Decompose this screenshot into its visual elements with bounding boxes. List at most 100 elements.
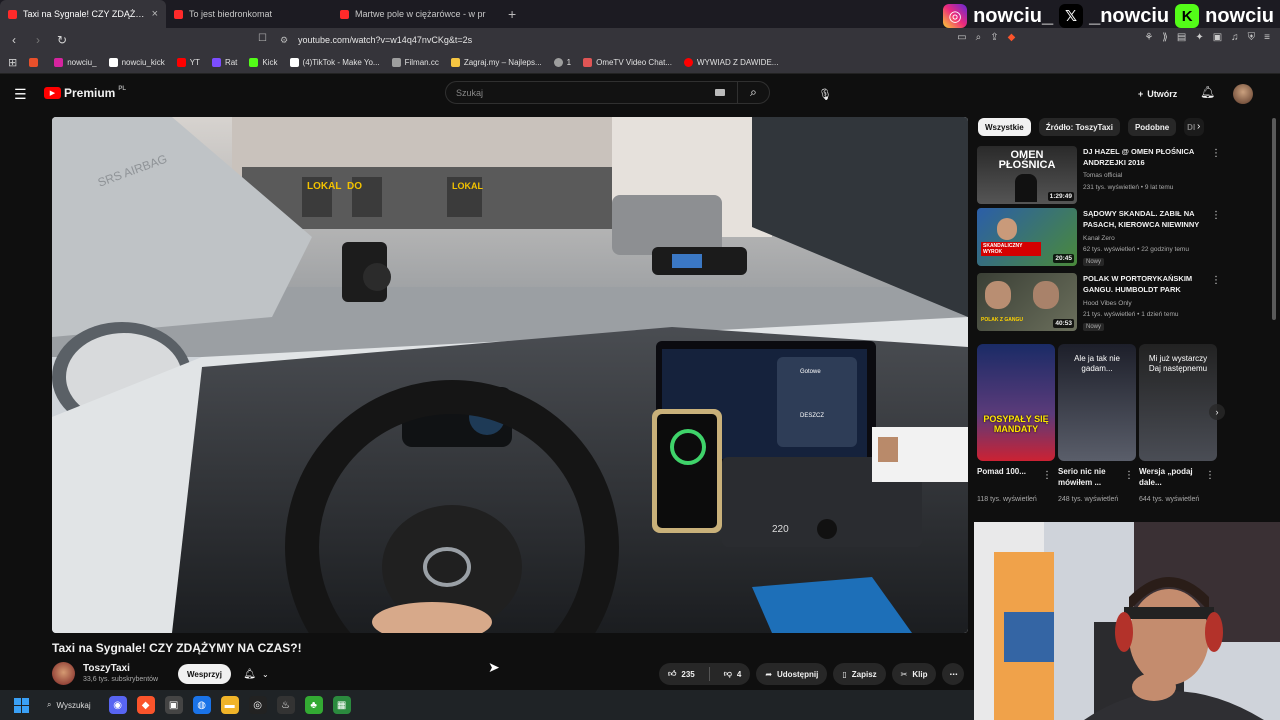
obs-icon[interactable]: ◎ xyxy=(248,696,267,714)
address-bar[interactable]: ⚙ youtube.com/watch?v=w14q47nvCKg&t=2s xyxy=(280,32,1000,48)
browser-tab[interactable]: To jest biedronkomat xyxy=(166,0,332,28)
chip-partial[interactable]: Dl xyxy=(1184,118,1205,136)
channel-avatar[interactable] xyxy=(52,662,75,685)
bookmark-item[interactable]: Filman.cc xyxy=(391,58,439,67)
recommendation-channel[interactable]: Hood Vibes Only xyxy=(1083,300,1132,307)
brave-browser-icon[interactable]: ◆ xyxy=(136,696,155,714)
windows-start-icon[interactable] xyxy=(14,697,29,713)
video-thumbnail[interactable]: SKANDALICZNY WYROK 20:45 xyxy=(977,208,1077,266)
search-input[interactable]: Szukaj xyxy=(456,88,483,98)
bookmark-item[interactable]: Zagraj.my – Najleps... xyxy=(450,58,542,67)
recommendation-channel[interactable]: Tomas official xyxy=(1083,172,1122,179)
short-thumbnail[interactable]: Mi już wystarczy Daj następnemu xyxy=(1139,344,1217,461)
brave-shield-icon[interactable]: ◆ xyxy=(1008,32,1016,43)
chevron-right-icon[interactable]: › xyxy=(1197,121,1200,132)
bookmark-item[interactable]: Kick xyxy=(249,58,278,67)
bookmark-icon[interactable]: ☐ xyxy=(258,33,267,44)
chip-from-channel[interactable]: Źródło: ToszyTaxi xyxy=(1038,118,1120,136)
video-thumbnail[interactable]: OMEN PŁOŚNICA 1:29:49 xyxy=(977,146,1077,204)
short-caption[interactable]: Pomad 100... xyxy=(977,466,1047,477)
tab-close-icon[interactable]: × xyxy=(152,8,158,20)
new-tab-button[interactable]: + xyxy=(498,6,526,22)
channel-name[interactable]: ToszyTaxi xyxy=(83,663,130,674)
recommendation-item[interactable]: OMEN PŁOŚNICA 1:29:49 DJ HAZEL @ OMEN PŁ… xyxy=(977,146,1221,204)
bookmark-item[interactable] xyxy=(29,58,42,67)
chip-all[interactable]: Wszystkie xyxy=(978,118,1031,136)
like-button[interactable]: 👍︎ 235 xyxy=(659,669,704,679)
video-thumbnail[interactable]: POLAK Z GANGU 40:53 xyxy=(977,273,1077,331)
new-badge: Nowy xyxy=(1083,258,1105,266)
menu-icon[interactable]: ≡ xyxy=(1264,32,1270,43)
youtube-icon xyxy=(176,58,186,67)
save-button[interactable]: ▯ Zapisz xyxy=(833,663,886,685)
translate-icon[interactable]: ⟫ xyxy=(1162,32,1168,43)
shorts-next-icon[interactable]: › xyxy=(1209,404,1225,420)
more-vertical-icon[interactable]: ⋮ xyxy=(1211,148,1221,159)
window-icon[interactable]: ▣ xyxy=(1213,32,1222,43)
discord-icon[interactable]: ◉ xyxy=(108,696,127,714)
more-vertical-icon[interactable]: ⋮ xyxy=(1205,470,1215,481)
bookmark-item[interactable]: 1 xyxy=(553,58,571,67)
reload-icon[interactable]: ↻ xyxy=(52,33,72,47)
recommendation-item[interactable]: SKANDALICZNY WYROK 20:45 SĄDOWY SKANDAL.… xyxy=(977,208,1221,266)
vpn-icon[interactable]: ⛨ xyxy=(1248,32,1256,43)
short-caption[interactable]: Wersja „podaj dale... xyxy=(1139,466,1209,488)
create-button[interactable]: + Utwórz xyxy=(1130,84,1185,104)
support-button[interactable]: Wesprzyj xyxy=(178,664,231,684)
chip-similar[interactable]: Podobne xyxy=(1127,118,1177,136)
bookmark-item[interactable]: OmeTV Video Chat... xyxy=(583,58,672,67)
bookmark-item[interactable]: WYWIAD Z DAWIDE... xyxy=(683,58,778,67)
app-icon[interactable]: ▦ xyxy=(332,696,351,714)
dislike-button[interactable]: 👎︎ 4 xyxy=(715,669,751,679)
puzzle-icon[interactable]: ✦ xyxy=(1195,32,1203,43)
zoom-icon[interactable]: ⌕ xyxy=(976,32,982,43)
video-player[interactable]: LOKAL DO LOKAL SRS AIRBAG Gotowe DESZCZ … xyxy=(52,117,968,633)
browser-tab[interactable]: Martwe pole w ciężarówce - w pr xyxy=(332,0,498,28)
share-button[interactable]: ➦ Udostępnij xyxy=(756,663,828,685)
keyboard-icon[interactable] xyxy=(715,89,725,96)
taskbar-search[interactable]: ⌕ Wyszukaj xyxy=(39,695,99,715)
apps-grid-icon[interactable]: ⊞ xyxy=(8,56,17,69)
site-info-icon[interactable]: ⚙ xyxy=(280,35,290,46)
youtube-logo[interactable]: ▶ Premium PL xyxy=(44,86,126,100)
microphone-icon[interactable]: 🎙︎ xyxy=(815,84,835,104)
hamburger-menu-icon[interactable]: ☰ xyxy=(14,86,27,103)
forward-arrow-icon[interactable]: › xyxy=(28,33,48,47)
sidebar-icon[interactable]: ▤ xyxy=(1177,32,1186,43)
share-icon[interactable]: ⇪ xyxy=(990,32,998,43)
chrome-icon[interactable]: ◍ xyxy=(192,696,211,714)
steam-icon[interactable]: ♨ xyxy=(276,696,295,714)
more-vertical-icon[interactable]: ⋮ xyxy=(1042,470,1052,481)
more-vertical-icon[interactable]: ⋮ xyxy=(1124,470,1134,481)
account-avatar[interactable] xyxy=(1233,84,1253,104)
app-icon[interactable]: ♣ xyxy=(304,696,323,714)
short-caption[interactable]: Serio nic nie mówiłem ... xyxy=(1058,466,1128,488)
browser-tab-active[interactable]: Taxi na Sygnale! CZY ZDĄŻYM × xyxy=(0,0,166,28)
back-arrow-icon[interactable]: ‹ xyxy=(4,33,24,47)
notifications-bell-icon[interactable]: 🔔︎ xyxy=(1200,85,1215,99)
bookmark-item[interactable]: YT xyxy=(176,58,200,67)
extensions-icon[interactable]: ⚘ xyxy=(1144,32,1153,43)
create-label: Utwórz xyxy=(1147,89,1178,99)
search-box[interactable]: Szukaj ⌕ xyxy=(445,81,770,104)
app-icon[interactable]: ▣ xyxy=(164,696,183,714)
more-vertical-icon[interactable]: ⋮ xyxy=(1211,275,1221,286)
bookmark-item[interactable]: nowciu_ xyxy=(54,58,97,67)
subscription-bell-button[interactable]: 🔔︎ ⌄ xyxy=(236,664,276,684)
thumbs-up-icon: 👍︎ xyxy=(668,669,677,678)
search-icon[interactable]: ⌕ xyxy=(737,82,769,103)
short-thumbnail[interactable]: POSYPAŁY SIĘ MANDATY xyxy=(977,344,1055,461)
bookmark-item[interactable]: nowciu_kick xyxy=(108,58,165,67)
bookmark-item[interactable]: Rat xyxy=(211,58,237,67)
short-thumbnail[interactable]: Ale ja tak nie gadam... xyxy=(1058,344,1136,461)
recommendation-channel[interactable]: Kanał Zero xyxy=(1083,235,1115,242)
bookmark-item[interactable]: (4)TikTok - Make Yo... xyxy=(289,58,380,67)
file-explorer-icon[interactable]: ▬ xyxy=(220,696,239,714)
more-vertical-icon[interactable]: ⋮ xyxy=(1211,210,1221,221)
clip-button[interactable]: ✂ Klip xyxy=(891,663,937,685)
music-icon[interactable]: ♫ xyxy=(1231,32,1239,43)
page-scrollbar[interactable] xyxy=(1272,118,1276,320)
recommendation-item[interactable]: POLAK Z GANGU 40:53 POLAK W PORTORYKAŃSK… xyxy=(977,273,1221,331)
screen-icon[interactable]: ▭ xyxy=(957,32,966,43)
more-actions-button[interactable]: ⋯ xyxy=(942,663,965,685)
